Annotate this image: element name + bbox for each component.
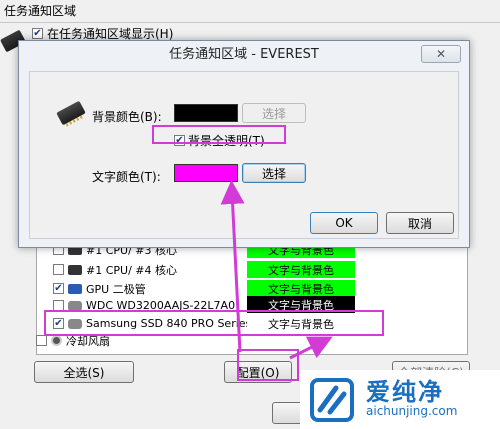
list-item[interactable]: #1 CPU/ #4 核心 [37,260,177,279]
fan-icon [51,335,62,346]
show-in-tray-checkbox[interactable] [32,28,43,39]
groupbox-divider [0,22,500,23]
ok-button[interactable]: OK [310,212,378,234]
chip-icon [56,100,86,126]
highlight-config-button [237,349,299,381]
cpu-icon [68,264,82,275]
text-color-label: 文字颜色(T): [92,170,161,184]
close-button[interactable]: ✕ [421,45,461,63]
watermark-url: aichunjing.com [366,404,458,418]
sensor-label: GPU 二极管 [86,282,146,296]
watermark-logo-icon [310,378,354,422]
sensor-checkbox[interactable] [53,264,64,275]
sensor-checkbox[interactable] [53,283,64,294]
gpu-icon [68,283,82,294]
text-color-swatch[interactable] [174,164,238,182]
disk-icon [68,300,82,311]
close-icon: ✕ [435,47,447,61]
sensor-checkbox[interactable] [36,335,47,346]
dialog-title: 任务通知区域 - EVEREST [169,47,319,62]
site-watermark: 爱纯净 aichunjing.com [300,370,500,429]
color-preview-cell[interactable]: 文字与背景色 [247,280,355,297]
cancel-button[interactable]: 取消 [386,212,454,234]
dialog-body: 背景颜色(B): 选择 背景全透明(T) 文字颜色(T): 选择 OK 取消 [29,71,459,239]
sensor-label: #1 CPU/ #4 核心 [86,263,177,277]
bg-color-label: 背景颜色(B): [92,110,162,124]
tray-color-dialog: 任务通知区域 - EVEREST ✕ 背景颜色(B): 选择 背景全透明(T) … [18,40,470,248]
select-all-button[interactable]: 全选(S) [34,361,134,383]
bg-color-swatch[interactable] [174,104,238,122]
tray-groupbox-title: 任务通知区域 [4,4,77,18]
watermark-title: 爱纯净 [366,378,444,406]
bg-select-button[interactable]: 选择 [242,103,306,123]
text-select-button[interactable]: 选择 [242,163,306,183]
color-preview-cell[interactable]: 文字与背景色 [247,261,355,278]
highlight-transparent-option [152,125,286,144]
highlight-samsung-row [44,310,384,336]
